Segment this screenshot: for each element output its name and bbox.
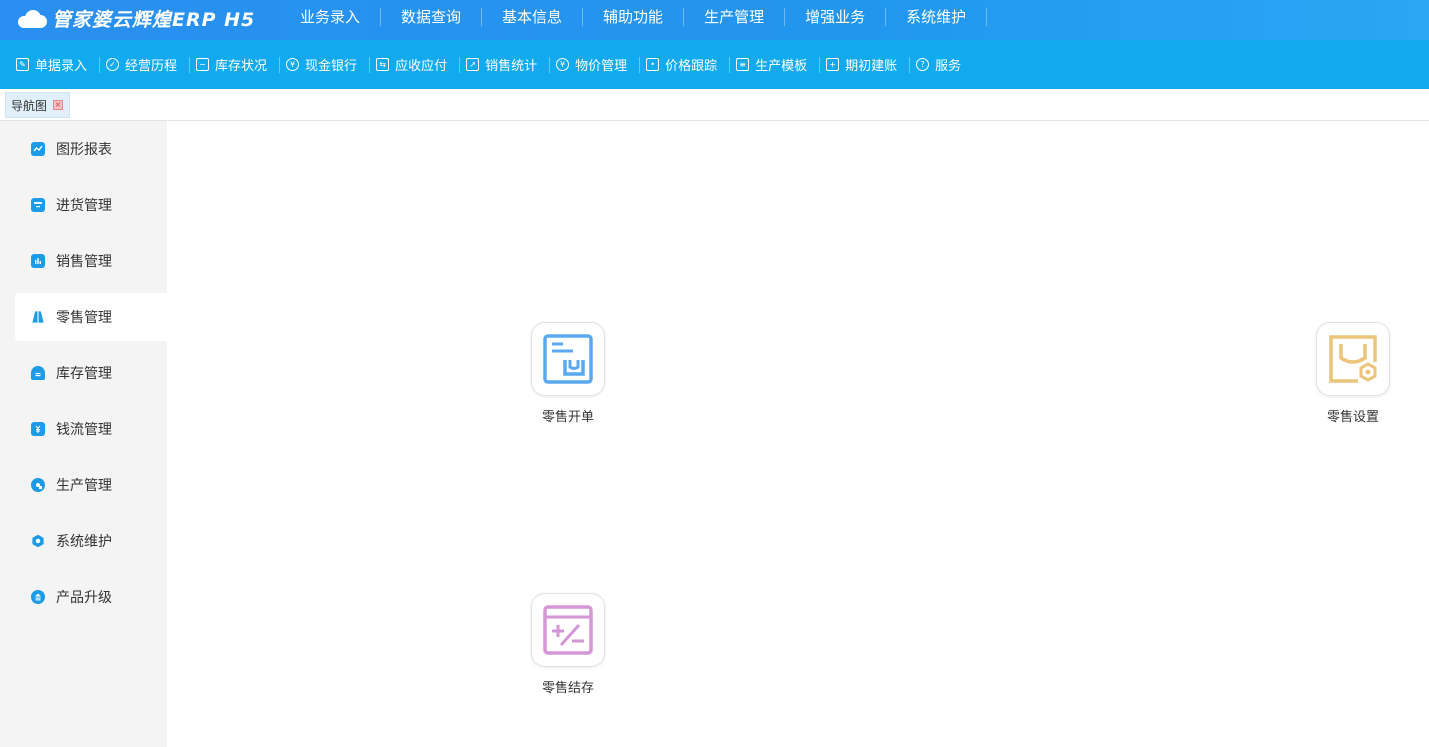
tile-label: 零售开单 <box>541 410 594 425</box>
sidebar: 图形报表 进货管理 销售管理 零售管理 库存管理 钱流管理 生产管理 系统维护 … <box>0 121 167 747</box>
sidebar-item-production[interactable]: 生产管理 <box>15 461 167 509</box>
exchange-icon: ⇆ <box>376 58 390 71</box>
sidebar-item-upgrade[interactable]: 产品升级 <box>15 573 167 621</box>
sidebar-item-label: 销售管理 <box>56 254 112 270</box>
sidebar-item-label: 钱流管理 <box>56 422 112 438</box>
retail-balance-icon <box>531 593 605 667</box>
toolbar-opening-accounts[interactable]: + 期初建账 <box>820 56 911 74</box>
shopping-bag-icon <box>31 310 45 324</box>
tile-retail-order[interactable]: 零售开单 <box>518 322 618 425</box>
retail-settings-icon <box>1316 322 1390 396</box>
line-chart-icon <box>31 142 45 156</box>
sidebar-item-inventory[interactable]: 库存管理 <box>15 349 167 397</box>
toolbar-inventory-status[interactable]: − 库存状况 <box>190 56 281 74</box>
sidebar-item-cash-flow[interactable]: 钱流管理 <box>15 405 167 453</box>
main-menu: 业务录入 数据查询 基本信息 辅助功能 生产管理 增强业务 系统维护 <box>280 0 988 34</box>
money-icon <box>31 422 45 436</box>
gear-icon <box>31 478 45 492</box>
sidebar-item-label: 零售管理 <box>56 310 112 326</box>
upgrade-icon <box>31 590 45 604</box>
sidebar-item-label: 图形报表 <box>56 142 112 158</box>
sidebar-item-sales[interactable]: 销售管理 <box>15 237 167 285</box>
document-edit-icon: ✎ <box>16 58 29 71</box>
tab-navigation-map[interactable]: 导航图 × <box>5 92 71 118</box>
menu-item-auxiliary[interactable]: 辅助功能 <box>583 8 685 26</box>
toolbar-service[interactable]: ? 服务 <box>910 57 973 74</box>
sidebar-item-label: 进货管理 <box>56 198 112 214</box>
toolbar-business-history[interactable]: ✓ 经营历程 <box>100 56 191 74</box>
retail-order-icon <box>531 322 605 396</box>
cloud-logo-icon <box>16 8 48 28</box>
toolbar-cash-bank[interactable]: ¥ 现金银行 <box>280 56 371 74</box>
inventory-box-icon: − <box>196 58 210 71</box>
chart-icon: ↗ <box>466 58 480 71</box>
navigation-map-canvas: 零售开单 零售设置 零售结存 <box>167 121 1429 747</box>
sidebar-item-retail[interactable]: 零售管理 <box>15 293 167 341</box>
menu-item-data-query[interactable]: 数据查询 <box>381 8 483 26</box>
menu-item-production[interactable]: 生产管理 <box>684 8 786 26</box>
brand-logo: 管家婆云辉煌ERP H5 <box>16 4 255 32</box>
bar-chart-icon <box>31 254 45 268</box>
toolbar-price-tracking[interactable]: • 价格跟踪 <box>640 56 731 74</box>
ledger-icon: + <box>826 58 840 71</box>
shield-icon <box>31 534 45 548</box>
menu-item-system[interactable]: 系统维护 <box>886 8 988 26</box>
sidebar-item-label: 库存管理 <box>56 366 112 382</box>
toolbar-sales-statistics[interactable]: ↗ 销售统计 <box>460 56 551 74</box>
yuan-coin-icon: ¥ <box>286 58 300 71</box>
tab-label: 导航图 <box>11 98 48 113</box>
sidebar-item-purchase[interactable]: 进货管理 <box>15 181 167 229</box>
menu-item-basic-info[interactable]: 基本信息 <box>482 8 584 26</box>
sidebar-item-graphic-reports[interactable]: 图形报表 <box>15 125 167 173</box>
toolbar-document-entry[interactable]: ✎ 单据录入 <box>10 56 101 74</box>
menu-item-enhanced[interactable]: 增强业务 <box>785 8 887 26</box>
tab-bar: 导航图 × <box>0 89 1429 121</box>
quick-toolbar: ✎ 单据录入 ✓ 经营历程 − 库存状况 ¥ 现金银行 ⇆ 应收应付 ↗ 销售统计 ¥ 物价管… <box>0 40 1429 89</box>
sidebar-item-label: 系统维护 <box>56 534 112 550</box>
purchase-box-icon <box>31 198 45 212</box>
template-icon: ≡ <box>736 58 750 71</box>
tracking-icon: • <box>646 58 660 71</box>
tile-retail-settings[interactable]: 零售设置 <box>1303 322 1403 425</box>
sidebar-item-system[interactable]: 系统维护 <box>15 517 167 565</box>
top-navigation-bar: 管家婆云辉煌ERP H5 业务录入 数据查询 基本信息 辅助功能 生产管理 增强… <box>0 0 1429 40</box>
tile-retail-balance[interactable]: 零售结存 <box>518 593 618 696</box>
tile-label: 零售结存 <box>541 681 594 696</box>
price-icon: ¥ <box>556 58 570 71</box>
sidebar-item-label: 生产管理 <box>56 478 112 494</box>
toolbar-price-management[interactable]: ¥ 物价管理 <box>550 56 641 74</box>
tile-label: 零售设置 <box>1326 410 1379 425</box>
brand-title: 管家婆云辉煌ERP H5 <box>52 8 256 31</box>
menu-item-business-entry[interactable]: 业务录入 <box>280 8 382 26</box>
warehouse-icon <box>31 366 45 380</box>
check-circle-icon: ✓ <box>106 58 120 71</box>
close-icon[interactable]: × <box>53 100 64 110</box>
help-circle-icon: ? <box>916 58 930 71</box>
sidebar-item-label: 产品升级 <box>56 590 112 606</box>
toolbar-production-template[interactable]: ≡ 生产模板 <box>730 56 821 74</box>
toolbar-receivable-payable[interactable]: ⇆ 应收应付 <box>370 56 461 74</box>
